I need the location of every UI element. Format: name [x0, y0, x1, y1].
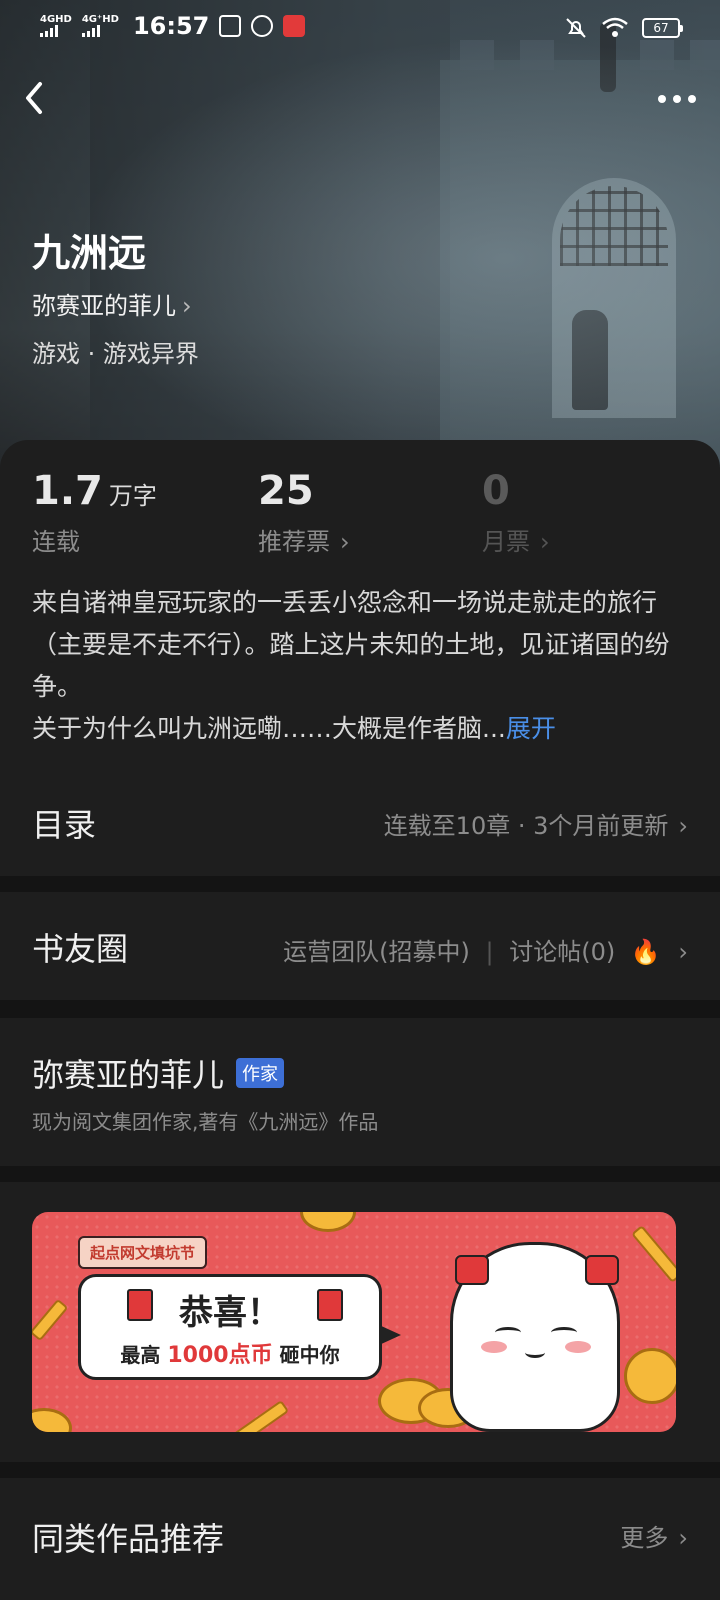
coin-icon [624, 1348, 676, 1404]
chevron-right-icon: › [182, 292, 192, 320]
monthly-votes-stat[interactable]: 0 月票 › [482, 468, 550, 557]
stat-label: 连载 [32, 528, 80, 556]
book-description[interactable]: 来自诸神皇冠玩家的一丢丢小怨念和一场说走就走的旅行（主要是不走不行）。踏上这片未… [32, 582, 692, 750]
network-label: 4G⁺HD [81, 14, 119, 25]
more-link[interactable]: 更多 › [620, 1518, 688, 1553]
author-name: 弥赛亚的菲儿 [32, 1056, 225, 1094]
author-badge: 作家 [236, 1058, 285, 1088]
red-app-icon [283, 15, 306, 37]
mascot-eye [551, 1327, 577, 1338]
notification-app-icon [219, 15, 242, 37]
chevron-right-icon: › [340, 528, 350, 556]
stat-label: 推荐票 [258, 528, 330, 556]
speech-bubble: 恭喜！ 最高 1000点币 砸中你 [78, 1274, 401, 1380]
stat-unit: 万字 [108, 482, 157, 510]
promo-banner[interactable]: 起点网文填坑节 恭喜！ 最高 1000点币 砸中你 [32, 1212, 676, 1432]
author-bio: 现为阅文集团作家,著有《九洲远》作品 [32, 1110, 379, 1134]
chevron-left-icon [26, 82, 42, 114]
dot-icon [658, 95, 666, 103]
status-bar: 4GHD 4G⁺HD 16:57 67 [0, 0, 720, 56]
battery-level: 67 [653, 21, 669, 35]
network-indicator: 4G⁺HD [81, 14, 119, 37]
operation-team-label: 运营团队(招募中) [283, 938, 470, 966]
more-label: 更多 [620, 1524, 669, 1552]
stat-value: 0 [482, 468, 510, 514]
toc-title: 目录 [32, 806, 97, 844]
mascot-blush [565, 1341, 591, 1353]
discussion-posts-label: 讨论帖(0) [509, 938, 616, 966]
flame-icon: 🔥 [630, 938, 661, 966]
dot-icon [688, 95, 696, 103]
similar-books-title: 同类作品推荐 [32, 1520, 225, 1558]
author-name: 弥赛亚的菲儿 [32, 292, 176, 320]
mascot-mouth [525, 1347, 545, 1358]
signal-icon [81, 25, 119, 37]
toc-status: 连载至10章 · 3个月前更新 [383, 812, 669, 840]
book-title: 九洲远 [32, 230, 147, 275]
stat-value: 1.7 [32, 468, 103, 514]
mascot-bow [455, 1255, 489, 1285]
chevron-right-icon: › [540, 528, 550, 556]
prize-line: 最高 1000点币 砸中你 [81, 1337, 379, 1369]
promo-section: 起点网文填坑节 恭喜！ 最高 1000点币 砸中你 [0, 1182, 720, 1462]
similar-books-section: 同类作品推荐 更多 › [0, 1478, 720, 1600]
signal-icon [40, 25, 72, 37]
book-info-card: 1.7 万字 连载 25 推荐票 › 0 月票 › 来自诸神皇冠玩家的一丢丢小怨念和一… [0, 440, 720, 876]
more-options-button[interactable] [658, 84, 696, 114]
network-indicator: 4GHD [40, 15, 72, 37]
wifi-icon [602, 17, 628, 37]
word-count-stat: 1.7 万字 连载 [32, 468, 157, 557]
book-circle-row[interactable]: 书友圈 运营团队(招募中) | 讨论帖(0) 🔥 › [0, 892, 720, 1000]
expand-link[interactable]: 展开 [506, 714, 556, 743]
mascot-blush [481, 1341, 507, 1353]
stat-label: 月票 [482, 528, 530, 556]
divider: | [485, 938, 494, 966]
genre-label: 游戏 · 游戏异界 [32, 340, 199, 368]
congrats-headline: 恭喜！ [179, 1293, 281, 1333]
network-label: 4GHD [40, 14, 72, 25]
mascot-illustration [450, 1242, 620, 1432]
circle-title: 书友圈 [32, 930, 129, 968]
author-link[interactable]: 弥赛亚的菲儿 › [32, 286, 192, 321]
description-text: 来自诸神皇冠玩家的一丢丢小怨念和一场说走就走的旅行（主要是不走不行）。踏上这片未… [32, 588, 670, 743]
battery-icon: 67 [642, 18, 683, 38]
prize-prefix: 最高 [120, 1343, 161, 1367]
table-of-contents-row[interactable]: 目录 连载至10章 · 3个月前更新 › [32, 800, 688, 860]
stat-value: 25 [258, 468, 314, 514]
mascot-eye [495, 1327, 521, 1338]
clock: 16:57 [132, 12, 210, 40]
recommend-votes-stat[interactable]: 25 推荐票 › [258, 468, 350, 557]
chevron-right-icon: › [678, 1524, 688, 1552]
chevron-right-icon: › [678, 812, 688, 840]
mute-bell-icon [566, 18, 586, 38]
prize-suffix: 砸中你 [279, 1343, 340, 1367]
dot-icon [673, 95, 681, 103]
back-button[interactable] [20, 78, 60, 118]
chevron-right-icon: › [678, 938, 688, 966]
prize-amount: 1000点币 [167, 1343, 273, 1368]
festival-tag: 起点网文填坑节 [78, 1236, 208, 1269]
author-section[interactable]: 弥赛亚的菲儿 作家 现为阅文集团作家,著有《九洲远》作品 [0, 1018, 720, 1166]
weibo-icon [251, 15, 274, 37]
mascot-bow [585, 1255, 619, 1285]
